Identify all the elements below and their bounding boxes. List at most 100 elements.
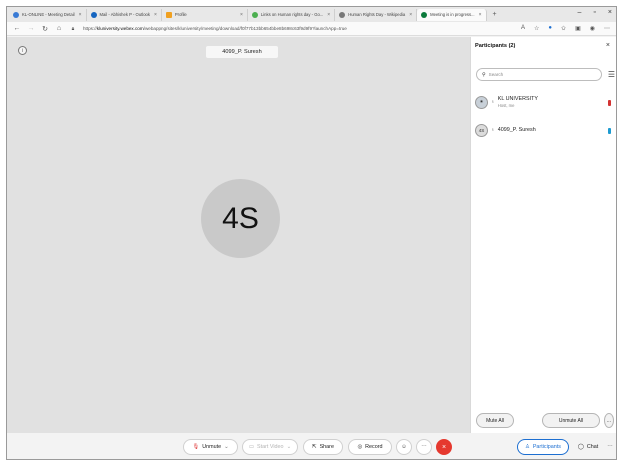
microphone-icon: ♁ <box>491 99 495 105</box>
tab-label: KL-ONLINE - Meeting Detail <box>22 12 75 17</box>
close-icon[interactable]: × <box>606 42 610 49</box>
url-prefix: https:// <box>83 26 97 31</box>
search-placeholder: Search <box>488 72 504 77</box>
maximize-icon[interactable]: ▫ <box>593 9 595 16</box>
tab-profile[interactable]: Profile × <box>162 8 248 21</box>
participants-panel: Participants (2) × ⚲ Search ☰ ✷ ♁ KL UNIV… <box>470 37 616 433</box>
minimize-icon[interactable]: – <box>578 9 582 16</box>
close-icon[interactable]: × <box>327 12 330 18</box>
window-controls: – ▫ × <box>578 9 612 16</box>
more-icon[interactable]: ⋯ <box>604 439 616 455</box>
close-icon[interactable]: × <box>479 12 482 18</box>
favorites-icon[interactable]: ✩ <box>561 25 566 32</box>
tab-label: Meeting is in progress... <box>430 12 475 17</box>
record-icon: ◎ <box>357 444 363 450</box>
tab-label: Human Rights Day - Wikipedia <box>348 12 406 17</box>
chevron-down-icon: ⌄ <box>286 444 292 450</box>
unmute-label: Unmute <box>202 444 222 450</box>
participant-avatar: 4S <box>201 179 280 258</box>
extension-icon[interactable]: ● <box>548 25 552 32</box>
more-icon[interactable]: ⋯ <box>604 25 610 32</box>
new-tab-icon[interactable]: + <box>487 11 503 18</box>
profile-icon[interactable]: ◉ <box>590 25 595 32</box>
address-bar: ← → ↻ ⌂ 🔒︎ https://kluniversity.webex.co… <box>7 22 616 36</box>
record-button[interactable]: ◎ Record <box>348 439 392 455</box>
start-video-label: Start Video <box>256 444 284 450</box>
reactions-icon[interactable]: ☺ <box>396 439 412 455</box>
host-avatar: ✷ <box>475 95 488 109</box>
more-options-icon[interactable]: … <box>603 413 614 428</box>
tab-kl-online[interactable]: KL-ONLINE - Meeting Detail × <box>9 8 87 21</box>
participant-row[interactable]: ✷ ♁ KL UNIVERSITY Host, me <box>475 92 615 112</box>
person-icon: ♙ <box>524 444 530 450</box>
collections-icon[interactable]: ▣ <box>575 25 581 32</box>
read-aloud-icon[interactable]: A <box>521 25 525 32</box>
participant-name-text: KL UNIVERSITY <box>497 96 538 103</box>
tab-favicon-icon <box>251 11 258 18</box>
close-window-icon[interactable]: × <box>608 9 612 16</box>
participants-label: Participants <box>532 444 561 450</box>
share-icon: ⇱ <box>312 444 317 450</box>
sort-list-icon[interactable]: ☰ <box>608 70 615 79</box>
video-icon: ▭ <box>248 444 254 450</box>
tab-strip: KL-ONLINE - Meeting Detail × Mail - Abhis… <box>7 7 616 22</box>
panel-actions: Mute All Unmute All … <box>476 413 614 428</box>
back-icon[interactable]: ← <box>13 25 21 32</box>
tab-label: Mail - Abhishek P - Outlook <box>99 12 150 17</box>
tab-favicon-icon <box>339 11 346 18</box>
tab-favicon-icon <box>165 11 172 18</box>
chat-icon: ◯ <box>577 444 584 450</box>
browser-window: KL-ONLINE - Meeting Detail × Mail - Abhis… <box>6 6 617 460</box>
unmute-all-button[interactable]: Unmute All <box>542 413 600 428</box>
close-icon[interactable]: × <box>240 12 243 18</box>
share-label: Share <box>319 444 334 450</box>
participants-button[interactable]: ♙ Participants <box>517 439 569 455</box>
meeting-info-icon[interactable]: i <box>18 46 27 55</box>
home-icon[interactable]: ⌂ <box>55 25 63 32</box>
microphone-muted-icon: 🎙︎ <box>192 444 200 450</box>
chevron-down-icon[interactable]: ⌄ <box>224 444 229 450</box>
participant-name-label: 4099_P. Suresh <box>206 46 278 58</box>
url-field[interactable]: https://kluniversity.webex.com/webappng/… <box>83 26 513 31</box>
close-icon[interactable]: × <box>154 12 157 18</box>
close-icon[interactable]: × <box>409 12 412 18</box>
close-icon[interactable]: × <box>79 12 82 18</box>
start-video-button[interactable]: ▭ Start Video ⌄ <box>242 439 298 455</box>
tab-favicon-icon <box>90 11 97 18</box>
unmute-button[interactable]: 🎙︎ Unmute ⌄ <box>183 439 238 455</box>
tab-wikipedia[interactable]: Human Rights Day - Wikipedia × <box>335 8 418 21</box>
participant-name: 4099_P. Suresh <box>497 126 536 133</box>
tab-mail[interactable]: Mail - Abhishek P - Outlook × <box>87 8 162 21</box>
tab-favicon-icon <box>421 11 428 18</box>
lock-icon: 🔒︎ <box>71 25 75 32</box>
microphone-icon: ♁ <box>491 127 495 133</box>
url-host: kluniversity.webex.com <box>96 26 144 31</box>
participant-avatar-small: 4S <box>475 123 488 137</box>
tab-human-rights-links[interactable]: Links on Human rights day - Go... × <box>248 8 336 21</box>
participant-row[interactable]: 4S ♁ 4099_P. Suresh <box>475 120 615 140</box>
audio-status-icon <box>608 128 611 134</box>
muted-status-icon <box>608 100 611 106</box>
tab-favicon-icon <box>13 11 19 18</box>
toolbar-icons: A ☆ ● ✩ ▣ ◉ ⋯ <box>521 25 610 32</box>
tab-label: Profile <box>174 12 187 17</box>
tab-label: Links on Human rights day - Go... <box>260 12 324 17</box>
forward-icon[interactable]: → <box>27 25 35 32</box>
video-stage: i 4099_P. Suresh 4S <box>7 37 470 433</box>
end-call-icon[interactable]: × <box>436 439 452 455</box>
mute-all-button[interactable]: Mute All <box>476 413 515 428</box>
tab-meeting[interactable]: Meeting is in progress... × <box>417 8 487 21</box>
meeting-controls: 🎙︎ Unmute ⌄ ▭ Start Video ⌄ ⇱ Share ◎ Record ☺… <box>7 433 616 459</box>
search-icon: ⚲ <box>482 71 486 78</box>
star-icon[interactable]: ☆ <box>534 25 539 32</box>
refresh-icon[interactable]: ↻ <box>41 25 49 33</box>
chat-label: Chat <box>586 444 599 450</box>
share-button[interactable]: ⇱ Share <box>303 439 343 455</box>
search-input[interactable]: ⚲ Search <box>476 68 602 81</box>
record-label: Record <box>365 444 383 450</box>
panel-title: Participants (2) <box>475 43 516 49</box>
chat-button[interactable]: ◯ Chat <box>573 439 603 455</box>
more-options-icon[interactable]: ⋯ <box>416 439 432 455</box>
url-path: /webappng/sites/kluniversity/meeting/dow… <box>143 26 347 31</box>
participant-role: Host, me <box>497 102 515 108</box>
